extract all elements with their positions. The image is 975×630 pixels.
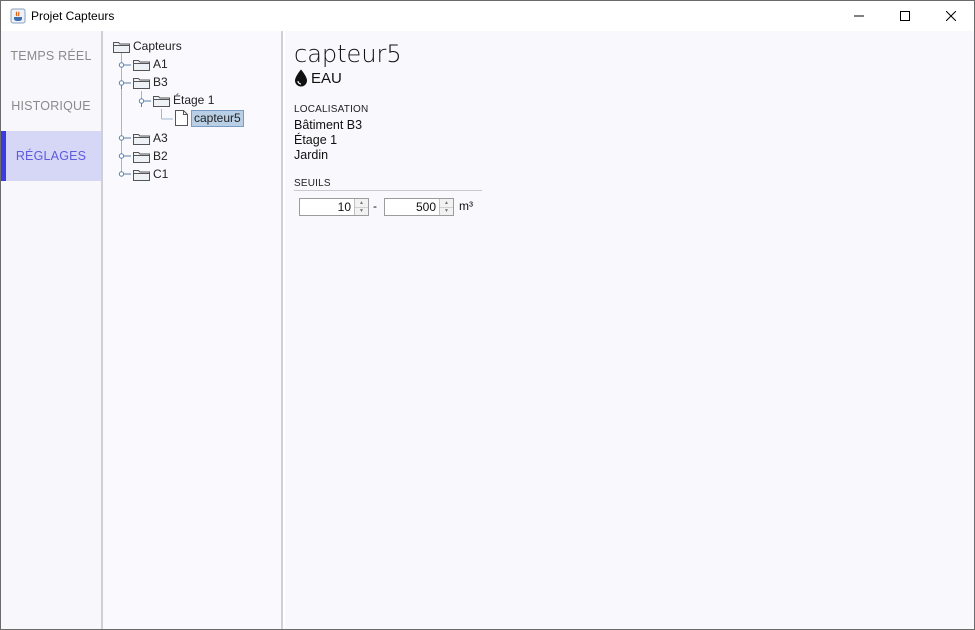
tree-node-label: B2 bbox=[153, 149, 168, 163]
sensor-title: capteur5 bbox=[294, 40, 402, 68]
seuil-max-increment-button[interactable]: ▲ bbox=[440, 199, 453, 207]
seuil-min-decrement-button[interactable]: ▼ bbox=[355, 206, 368, 215]
seuil-max-decrement-button[interactable]: ▼ bbox=[440, 206, 453, 215]
folder-open-icon bbox=[133, 77, 150, 89]
tree-connectors bbox=[118, 53, 173, 177]
tree-node-b3[interactable]: B3 bbox=[133, 73, 168, 91]
localisation-heading: LOCALISATION bbox=[294, 104, 369, 115]
minimize-icon bbox=[854, 15, 864, 17]
tree-node-root[interactable]: Capteurs bbox=[113, 37, 182, 55]
tree-node-capteur5[interactable]: capteur5 bbox=[175, 109, 244, 127]
tree-node-label: Capteurs bbox=[133, 39, 182, 53]
folder-icon bbox=[113, 41, 130, 53]
folder-icon bbox=[133, 169, 150, 181]
water-drop-icon bbox=[295, 69, 307, 87]
localisation-room: Jardin bbox=[294, 148, 329, 162]
folder-open-icon bbox=[153, 95, 170, 107]
seuil-separator: - bbox=[373, 199, 377, 213]
localisation-floor: Étage 1 bbox=[294, 133, 338, 147]
seuil-max-spinner[interactable]: 500 ▲ ▼ bbox=[384, 198, 454, 216]
nav-item-temps-reel[interactable]: TEMPS RÉEL bbox=[1, 31, 101, 81]
sensor-tree: Capteurs A1 B3 Étage 1 capteur5 A3 B2 C1 bbox=[103, 31, 283, 629]
folder-icon bbox=[133, 151, 150, 163]
tree-node-label: B3 bbox=[153, 75, 168, 89]
sensor-type: EAU bbox=[294, 69, 342, 87]
java-app-icon bbox=[10, 8, 26, 24]
tree-node-label-selected: capteur5 bbox=[191, 109, 244, 127]
tree-node-label: A1 bbox=[153, 57, 168, 71]
maximize-button[interactable] bbox=[882, 1, 928, 31]
close-button[interactable] bbox=[928, 1, 974, 31]
tree-node-a1[interactable]: A1 bbox=[133, 55, 168, 73]
tree-node-c1[interactable]: C1 bbox=[133, 165, 168, 183]
seuil-min-arrows: ▲ ▼ bbox=[354, 199, 368, 215]
tree-node-a3[interactable]: A3 bbox=[133, 129, 168, 147]
sidebar-nav: TEMPS RÉEL HISTORIQUE RÉGLAGES bbox=[1, 31, 103, 629]
tree-node-etage1[interactable]: Étage 1 bbox=[153, 91, 214, 109]
detail-panel: capteur5 EAU LOCALISATION Bâtiment B3 Ét… bbox=[285, 31, 974, 629]
minimize-button[interactable] bbox=[836, 1, 882, 31]
tree-node-label: C1 bbox=[153, 167, 169, 181]
seuil-min-increment-button[interactable]: ▲ bbox=[355, 199, 368, 207]
localisation-building: Bâtiment B3 bbox=[294, 118, 363, 132]
window-title: Projet Capteurs bbox=[31, 9, 115, 23]
seuils-heading: SEUILS bbox=[294, 178, 331, 189]
title-bar: Projet Capteurs bbox=[1, 1, 974, 31]
folder-icon bbox=[133, 59, 150, 71]
seuil-unit: m³ bbox=[459, 199, 473, 213]
seuil-max-arrows: ▲ ▼ bbox=[439, 199, 453, 215]
file-icon bbox=[175, 110, 188, 126]
nav-item-reglages[interactable]: RÉGLAGES bbox=[1, 131, 101, 181]
tree-node-label: A3 bbox=[153, 131, 168, 145]
app-window: Projet Capteurs TEMPS RÉEL HISTORIQUE RÉ… bbox=[0, 0, 975, 630]
tree-node-label: Étage 1 bbox=[173, 93, 215, 107]
maximize-icon bbox=[900, 11, 910, 21]
sensor-type-label: EAU bbox=[311, 69, 342, 87]
close-icon bbox=[946, 11, 956, 21]
seuil-min-spinner[interactable]: 10 ▲ ▼ bbox=[299, 198, 369, 216]
tree-node-b2[interactable]: B2 bbox=[133, 147, 168, 165]
folder-icon bbox=[133, 133, 150, 145]
seuil-max-value[interactable]: 500 bbox=[385, 199, 439, 215]
nav-item-historique[interactable]: HISTORIQUE bbox=[1, 81, 101, 131]
seuil-min-value[interactable]: 10 bbox=[300, 199, 354, 215]
seuils-divider bbox=[294, 190, 482, 191]
